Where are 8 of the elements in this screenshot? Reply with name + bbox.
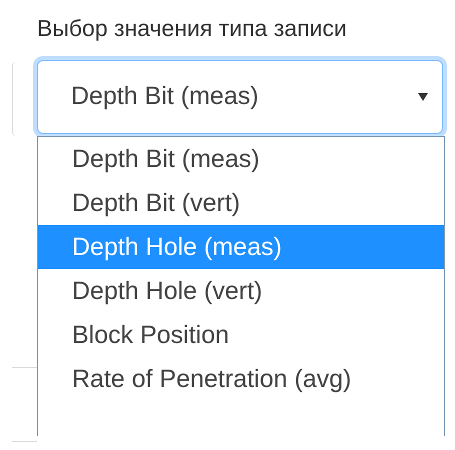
dropdown-option[interactable]: Depth Bit (vert) [38,181,444,225]
dropdown-option[interactable]: Rate of Penetration (avg) [38,357,444,401]
dropdown-option[interactable]: Depth Hole (vert) [38,269,444,313]
dropdown-option[interactable]: Block Position [38,313,444,357]
dropdown-option[interactable]: Depth Bit (meas) [38,137,444,181]
field-label: Выбор значения типа записи [37,14,348,43]
caret-icon [418,93,428,101]
select-field[interactable]: Depth Bit (meas) [37,60,443,134]
